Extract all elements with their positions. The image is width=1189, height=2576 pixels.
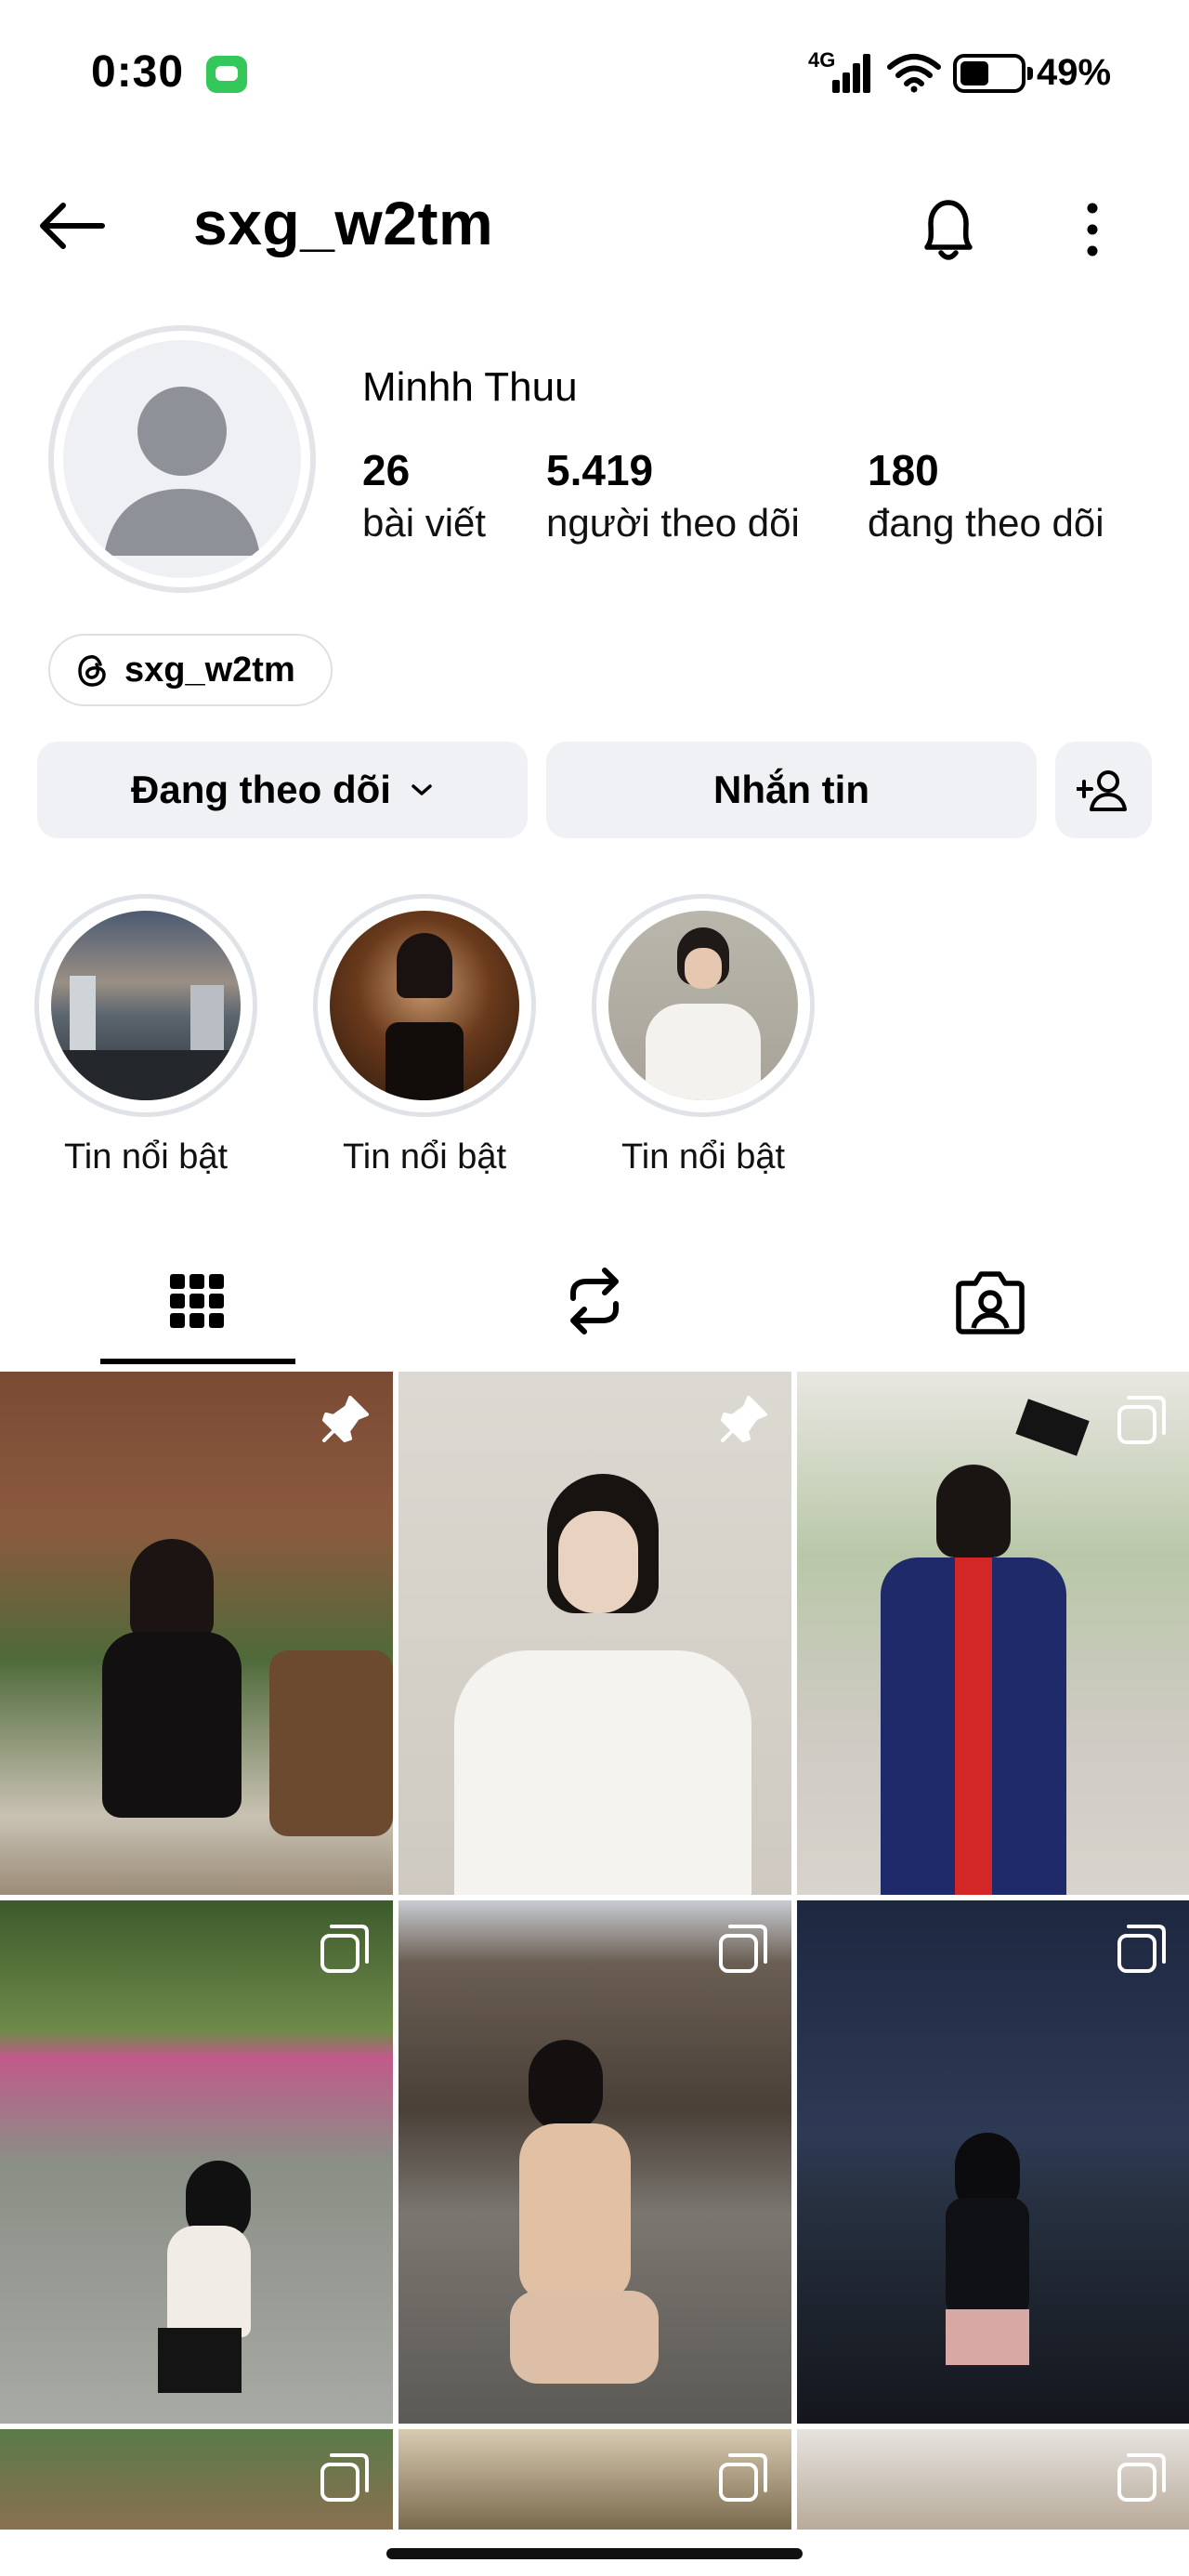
active-tab-indicator bbox=[100, 1359, 295, 1364]
threads-handle: sxg_w2tm bbox=[124, 650, 295, 690]
threads-profile-link[interactable]: sxg_w2tm bbox=[48, 634, 333, 706]
stat-posts-value: 26 bbox=[362, 446, 411, 494]
tab-tagged[interactable] bbox=[804, 1236, 1176, 1366]
carousel-icon bbox=[320, 2453, 369, 2502]
highlight-label: Tin nổi bật bbox=[63, 1137, 229, 1176]
stat-followers-value: 5.419 bbox=[546, 446, 654, 494]
post-thumbnail[interactable] bbox=[0, 1372, 393, 1895]
stat-following-value: 180 bbox=[868, 446, 939, 494]
message-button-label: Nhắn tin bbox=[713, 768, 869, 811]
messages-app-icon bbox=[206, 56, 247, 93]
carousel-icon bbox=[1117, 1396, 1166, 1444]
highlight-cover-image bbox=[330, 911, 519, 1100]
following-button-label: Đang theo dõi bbox=[131, 768, 391, 811]
chevron-down-icon bbox=[412, 784, 432, 795]
highlight-item[interactable]: Tin nổi bật bbox=[587, 894, 819, 1177]
stat-followers-label: người theo dõi bbox=[546, 501, 800, 545]
pin-icon bbox=[322, 1396, 369, 1442]
suggest-people-button[interactable] bbox=[1055, 742, 1152, 838]
status-bar: 0:30 4G 49% bbox=[0, 0, 1189, 158]
highlight-cover-image bbox=[608, 911, 798, 1100]
tagged-user-icon bbox=[956, 1271, 1025, 1334]
stat-following-label: đang theo dõi bbox=[868, 501, 1104, 545]
pin-icon bbox=[721, 1396, 767, 1442]
highlight-item[interactable]: Tin nổi bật bbox=[308, 894, 541, 1177]
cellular-signal-icon bbox=[832, 54, 870, 93]
page-title-username: sxg_w2tm bbox=[193, 189, 494, 257]
highlight-item[interactable]: Tin nổi bật bbox=[30, 894, 262, 1177]
carousel-icon bbox=[1117, 1925, 1166, 1973]
wifi-icon bbox=[887, 54, 941, 93]
notifications-button[interactable] bbox=[907, 188, 990, 271]
post-thumbnail[interactable] bbox=[797, 2429, 1189, 2530]
profile-avatar[interactable] bbox=[48, 325, 316, 593]
post-thumbnail[interactable] bbox=[797, 1900, 1189, 2424]
bell-icon bbox=[924, 200, 973, 260]
tab-reposts[interactable] bbox=[409, 1236, 780, 1366]
battery-percent: 49% bbox=[1037, 52, 1112, 93]
profile-tabs bbox=[0, 1236, 1189, 1366]
stat-posts[interactable]: 26 bài viết bbox=[362, 444, 486, 550]
post-thumbnail[interactable] bbox=[0, 2429, 393, 2530]
post-thumbnail[interactable] bbox=[797, 1372, 1189, 1895]
highlight-label: Tin nổi bật bbox=[342, 1137, 507, 1176]
highlight-cover-image bbox=[51, 911, 241, 1100]
back-button[interactable] bbox=[33, 193, 108, 258]
profile-header: sxg_w2tm bbox=[0, 167, 1189, 288]
following-dropdown-button[interactable]: Đang theo dõi bbox=[37, 742, 528, 838]
back-arrow-icon bbox=[40, 203, 105, 249]
battery-cap bbox=[1027, 67, 1033, 80]
home-indicator[interactable] bbox=[386, 2548, 803, 2559]
display-name: Minhh Thuu bbox=[362, 364, 578, 410]
message-button[interactable]: Nhắn tin bbox=[546, 742, 1037, 838]
threads-icon bbox=[78, 655, 106, 687]
tab-posts-grid[interactable] bbox=[11, 1236, 383, 1366]
add-user-icon bbox=[1077, 770, 1127, 811]
carousel-icon bbox=[719, 1925, 767, 1973]
stat-following[interactable]: 180 đang theo dõi bbox=[868, 444, 1104, 550]
post-thumbnail[interactable] bbox=[399, 2429, 791, 2530]
carousel-icon bbox=[1117, 2453, 1166, 2502]
battery-level-fill bbox=[960, 61, 988, 85]
stat-posts-label: bài viết bbox=[362, 501, 487, 545]
carousel-icon bbox=[320, 1925, 369, 1973]
battery-icon bbox=[953, 54, 1026, 93]
carousel-icon bbox=[719, 2453, 767, 2502]
repost-icon bbox=[570, 1268, 619, 1334]
default-avatar-icon bbox=[63, 340, 301, 578]
highlight-label: Tin nổi bật bbox=[621, 1137, 786, 1176]
stat-followers[interactable]: 5.419 người theo dõi bbox=[546, 444, 800, 550]
more-vertical-icon bbox=[1087, 203, 1098, 256]
post-thumbnail[interactable] bbox=[0, 1900, 393, 2424]
grid-icon bbox=[170, 1274, 224, 1328]
post-thumbnail[interactable] bbox=[399, 1372, 791, 1895]
more-options-button[interactable] bbox=[1055, 188, 1130, 271]
post-thumbnail[interactable] bbox=[399, 1900, 791, 2424]
status-time: 0:30 bbox=[91, 47, 185, 97]
